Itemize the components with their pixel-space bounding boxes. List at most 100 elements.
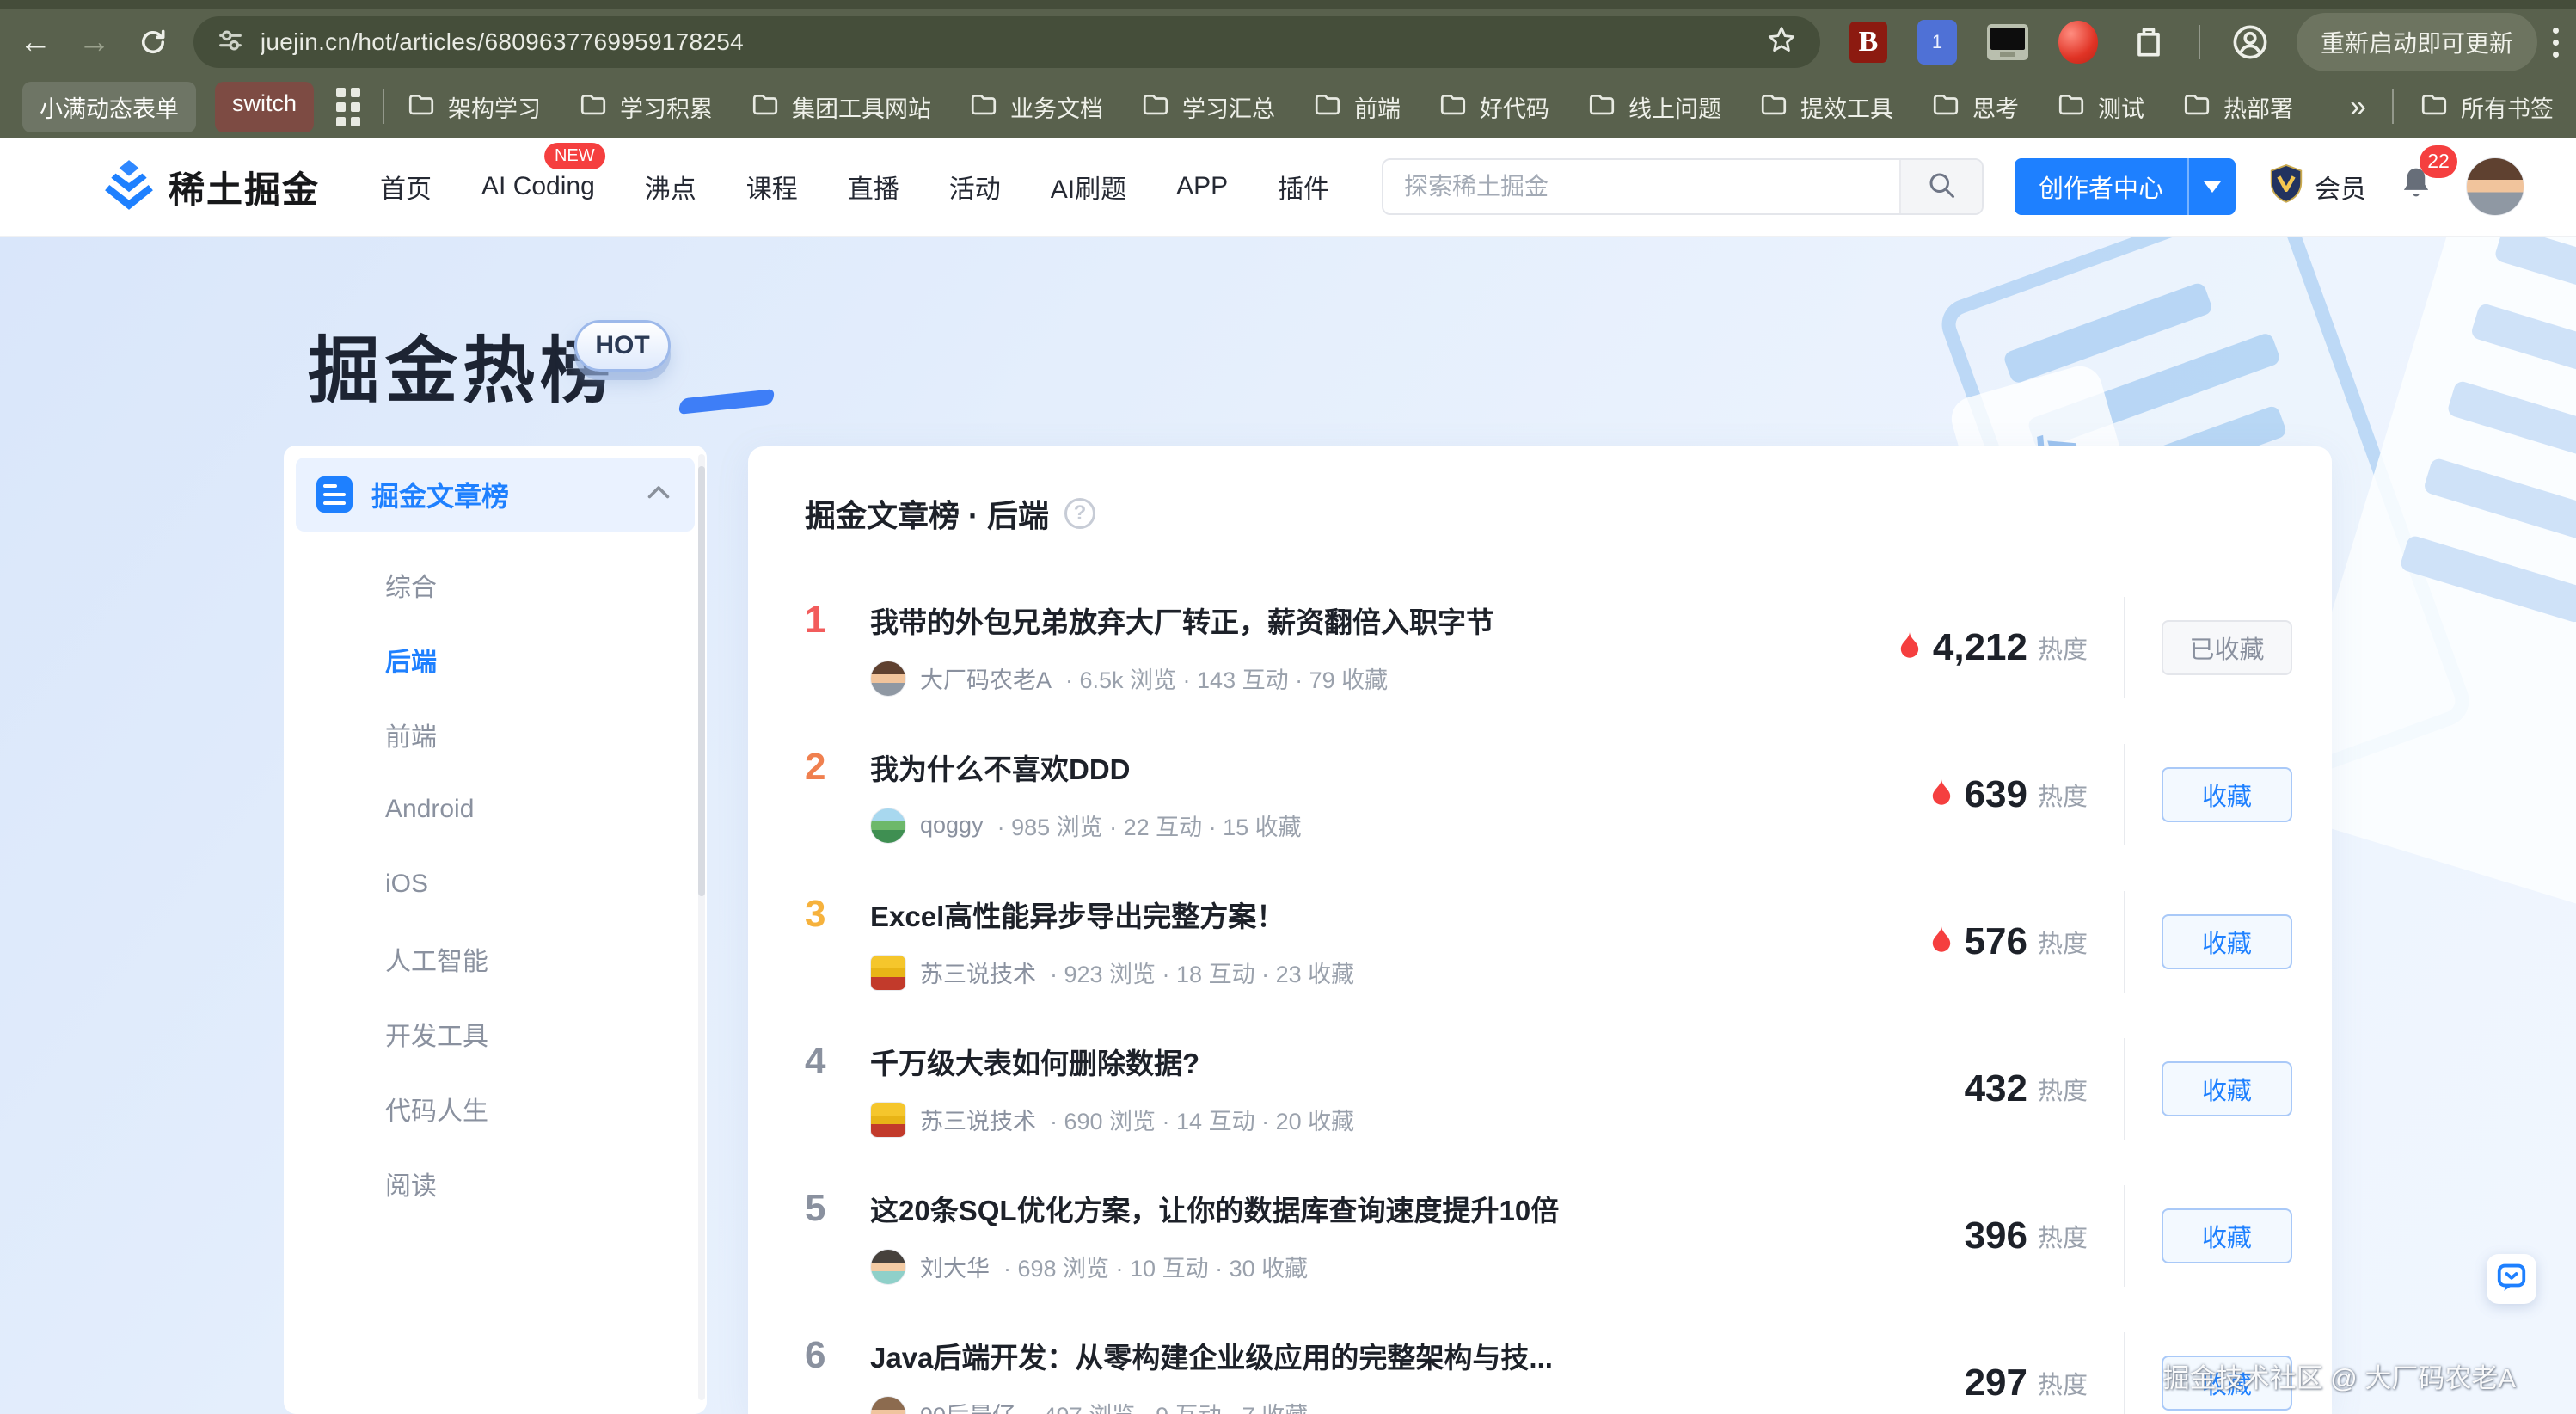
extension-ag-icon[interactable]: Ag 1	[1917, 22, 1958, 63]
tab-group-pill[interactable]: 小满动态表单	[22, 82, 196, 132]
feedback-button[interactable]	[2487, 1254, 2536, 1304]
extension-balloon-icon[interactable]	[2058, 22, 2099, 63]
sidebar-scrollbar-thumb[interactable]	[698, 466, 705, 896]
all-bookmarks[interactable]: 所有书签	[2420, 90, 2554, 124]
member-entry[interactable]: 会员	[2266, 163, 2366, 211]
reload-icon[interactable]	[130, 18, 176, 66]
back-icon[interactable]: ←	[12, 18, 58, 66]
nav-item[interactable]: 插件	[1278, 168, 1329, 206]
article-title[interactable]: 我为什么不喜欢DDD	[870, 747, 1131, 788]
author-name[interactable]: 苏三说技术	[920, 956, 1036, 989]
help-icon[interactable]: ?	[1064, 498, 1095, 529]
title-accent	[678, 389, 775, 415]
sidebar-category[interactable]: 代码人生	[296, 1071, 695, 1146]
author-avatar[interactable]	[870, 1102, 906, 1138]
sidebar-category[interactable]: 人工智能	[296, 921, 695, 996]
browser-update-button[interactable]: 重新启动即可更新	[2297, 13, 2537, 71]
chevron-up-icon[interactable]	[643, 477, 674, 513]
bookmark-folder[interactable]: 线上问题	[1587, 90, 1721, 124]
creator-dropdown[interactable]	[2187, 158, 2236, 215]
sidebar-category[interactable]: 阅读	[296, 1146, 695, 1220]
extensions-puzzle-icon[interactable]	[2128, 22, 2169, 63]
bookmark-folder[interactable]: 学习积累	[579, 90, 713, 124]
collect-button[interactable]: 收藏	[2162, 767, 2292, 822]
bookmarks-overflow-icon[interactable]: »	[2350, 90, 2366, 124]
article-title[interactable]: 我带的外包兄弟放弃大厂转正，薪资翻倍入职字节	[870, 599, 1494, 641]
collect-button[interactable]: 收藏	[2162, 1061, 2292, 1116]
browser-menu-icon[interactable]	[2553, 28, 2559, 58]
article-title[interactable]: 这20条SQL优化方案，让你的数据库查询速度提升10倍	[870, 1188, 1559, 1229]
creator-center-button[interactable]: 创作者中心	[2015, 158, 2236, 215]
nav-item[interactable]: AI刷题	[1051, 168, 1126, 206]
bookmark-folder[interactable]: 热部署	[2182, 90, 2293, 124]
sidebar-category[interactable]: iOS	[296, 846, 695, 921]
bookmark-folder[interactable]: 思考	[1931, 90, 2019, 124]
juejin-logo[interactable]: 稀土掘金	[103, 158, 320, 216]
forward-icon[interactable]: →	[71, 18, 117, 66]
heat-value: 297	[1965, 1362, 2027, 1405]
author-name[interactable]: 苏三说技术	[920, 1103, 1036, 1136]
heat-label: 热度	[2038, 777, 2088, 813]
nav-item[interactable]: APP	[1176, 172, 1228, 201]
author-name[interactable]: 刘大华	[920, 1250, 990, 1283]
sidebar-section-article-rank[interactable]: 掘金文章榜	[296, 458, 695, 532]
extension-b-icon[interactable]: B	[1849, 22, 1887, 63]
collect-button[interactable]: 已收藏	[2162, 620, 2292, 675]
sidebar-category[interactable]: 后端	[296, 622, 695, 697]
flame-icon	[1897, 630, 1923, 665]
bookmark-label: 前端	[1354, 90, 1401, 124]
nav-item[interactable]: 直播	[848, 168, 899, 206]
search-button[interactable]	[1899, 160, 1982, 213]
article-title[interactable]: Excel高性能异步导出完整方案！	[870, 894, 1285, 935]
nav-item[interactable]: 沸点	[645, 168, 696, 206]
heat-label: 热度	[2038, 1071, 2088, 1107]
apps-grid-icon[interactable]	[336, 88, 360, 126]
article-title[interactable]: Java后端开发：从零构建企业级应用的完整架构与技...	[870, 1335, 1553, 1376]
bookmark-folder[interactable]: 集团工具网站	[751, 90, 931, 124]
bookmark-folder[interactable]: 好代码	[1438, 90, 1549, 124]
bookmark-folder[interactable]: 前端	[1313, 90, 1401, 124]
collect-button[interactable]: 收藏	[2162, 914, 2292, 969]
user-avatar[interactable]	[2466, 157, 2524, 216]
article-meta: 苏三说技术· 690 浏览 · 14 互动 · 20 收藏	[870, 1102, 1830, 1138]
watermark: 掘金技术社区 @ 大厂码农老A	[2163, 1356, 2516, 1395]
author-avatar[interactable]	[870, 661, 906, 697]
tab-group-pill[interactable]: switch	[215, 82, 314, 132]
collect-button[interactable]: 收藏	[2162, 1208, 2292, 1263]
bookmarks-list: 架构学习 学习积累 集团工具网站 业务文档 学习汇总 前端 好代码 线上问题 提效工具 思考 测试 热…	[407, 90, 2319, 124]
bookmark-folder[interactable]: 业务文档	[969, 90, 1103, 124]
author-avatar[interactable]	[870, 955, 906, 991]
folder-icon	[2057, 90, 2086, 124]
author-avatar[interactable]	[870, 1249, 906, 1285]
author-name[interactable]: qoggy	[920, 812, 984, 839]
search-input[interactable]	[1383, 160, 1899, 213]
nav-item[interactable]: 课程	[746, 168, 798, 206]
extension-monitor-icon[interactable]	[1987, 22, 2028, 63]
bookmark-folder[interactable]: 架构学习	[407, 90, 541, 124]
author-avatar[interactable]	[870, 1396, 906, 1414]
bookmark-folder[interactable]: 测试	[2057, 90, 2144, 124]
article-main: 1我带的外包兄弟放弃大厂转正，薪资翻倍入职字节大厂码农老A· 6.5k 浏览 ·…	[805, 599, 1830, 697]
sidebar-category[interactable]: 前端	[296, 697, 695, 772]
rank-number: 5	[805, 1187, 870, 1230]
author-avatar[interactable]	[870, 808, 906, 844]
nav-item[interactable]: AI CodingNEW	[481, 172, 595, 201]
bookmark-folder[interactable]: 提效工具	[1759, 90, 1893, 124]
nav-item[interactable]: 活动	[949, 168, 1001, 206]
site-settings-icon[interactable]	[216, 26, 245, 59]
profile-icon[interactable]	[2229, 22, 2271, 63]
folder-icon	[969, 90, 998, 124]
divider	[2124, 1185, 2125, 1287]
sidebar-category[interactable]: 综合	[296, 547, 695, 622]
author-name[interactable]: 90后晨仔	[920, 1397, 1015, 1414]
notifications[interactable]: 22	[2397, 164, 2435, 210]
article-title[interactable]: 千万级大表如何删除数据?	[870, 1041, 1199, 1082]
nav-item[interactable]: 首页	[380, 168, 432, 206]
sidebar-category[interactable]: Android	[296, 772, 695, 846]
bookmark-star-icon[interactable]	[1765, 24, 1798, 61]
sidebar-category[interactable]: 开发工具	[296, 996, 695, 1071]
heat-block: 432热度	[1830, 1067, 2088, 1110]
url-bar[interactable]: juejin.cn/hot/articles/68096377699591782…	[193, 16, 1820, 68]
author-name[interactable]: 大厂码农老A	[920, 661, 1052, 695]
bookmark-folder[interactable]: 学习汇总	[1141, 90, 1275, 124]
